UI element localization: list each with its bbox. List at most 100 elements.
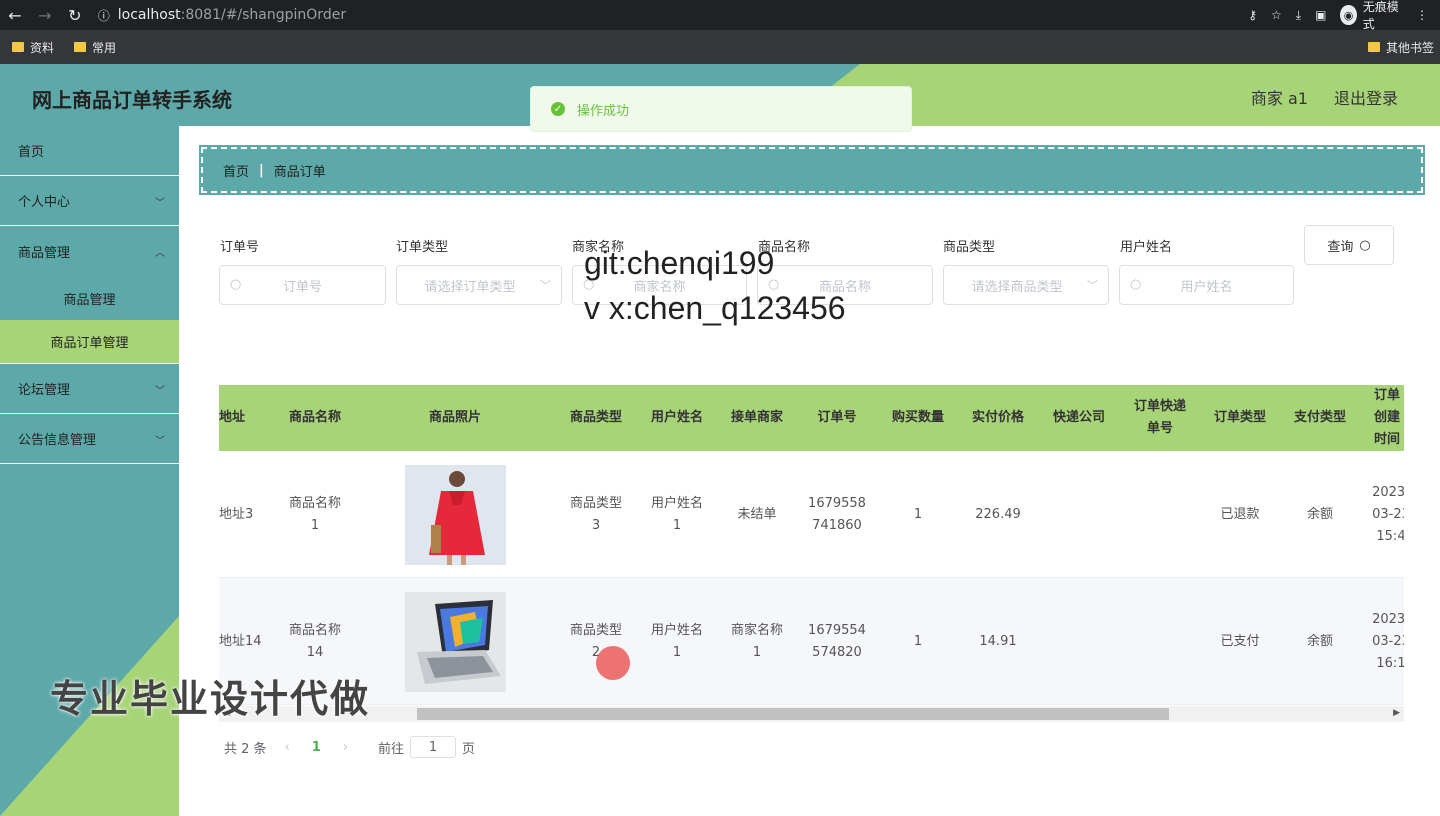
next-page-icon[interactable]: ›	[343, 740, 348, 755]
sidebar-item-label: 首页	[18, 145, 45, 160]
sidebar-subitem-product-orders[interactable]: 商品订单管理	[0, 320, 179, 364]
cell-address: 地址3	[219, 506, 254, 522]
click-indicator	[596, 646, 630, 680]
sidebar-item-label: 个人中心	[18, 195, 71, 210]
sidebar-item-personal-center[interactable]: 个人中心 ﹀	[0, 176, 179, 226]
incognito-indicator[interactable]: ◉ 无痕模式	[1340, 0, 1402, 32]
sidebar-subitem-label: 商品订单管理	[50, 336, 129, 351]
col-address: 地址	[219, 410, 246, 425]
cell-express-no	[1119, 578, 1199, 705]
search-icon: ○	[1130, 277, 1142, 292]
check-circle-icon: ✓	[551, 102, 565, 116]
cell-product-type: 商品类型2	[569, 622, 622, 660]
product-type-select[interactable]: 请选择商品类型 ﹀	[943, 265, 1109, 305]
col-order-no: 订单号	[817, 410, 857, 425]
select-placeholder: 请选择商品类型	[971, 279, 1063, 295]
search-icon: ○	[230, 277, 242, 292]
cell-order-type: 已支付	[1220, 633, 1260, 649]
product-photo-red-dress[interactable]	[405, 464, 506, 565]
chevron-down-icon: ﹀	[1087, 279, 1098, 292]
col-order-type: 订单类型	[1213, 410, 1266, 425]
order-type-select[interactable]: 请选择订单类型 ﹀	[396, 265, 562, 305]
col-qty: 购买数量	[891, 410, 944, 425]
star-icon[interactable]: ☆	[1271, 8, 1282, 22]
cell-merchant: 商家名称1	[730, 622, 783, 660]
cell-pay-type: 余额	[1306, 633, 1333, 649]
query-button[interactable]: 查询 ○	[1304, 225, 1394, 265]
bookmark-folder[interactable]: 常用	[74, 39, 116, 56]
bookmark-label: 常用	[92, 40, 117, 55]
scrollbar-thumb[interactable]	[417, 708, 1169, 720]
prev-page-icon[interactable]: ‹	[285, 740, 290, 755]
col-express-no: 订单快递单号	[1133, 399, 1186, 436]
sidebar-subitem-products[interactable]: 商品管理	[0, 276, 179, 320]
cell-product-photo	[405, 451, 506, 578]
chevron-up-icon: ︿	[155, 248, 165, 259]
select-placeholder: 请选择订单类型	[424, 279, 516, 295]
folder-icon	[1367, 42, 1380, 52]
browser-toolbar: ← → ↻ ⓘ localhost:8081/#/shangpinOrder ⚷…	[0, 0, 1440, 32]
sidebar-item-label: 论坛管理	[18, 383, 71, 398]
cell-pay-type: 余额	[1306, 506, 1333, 522]
download-icon[interactable]: ⤓	[1296, 8, 1301, 23]
folder-icon	[12, 42, 24, 52]
reload-icon[interactable]: ↻	[60, 0, 90, 30]
filter-label-order-no: 订单号	[220, 240, 260, 255]
sidebar-item-home[interactable]: 首页	[0, 126, 179, 176]
page-number[interactable]: 1	[312, 740, 321, 755]
menu-icon[interactable]: ⋮	[1416, 8, 1428, 22]
filter-label-user-name: 用户姓名	[1120, 240, 1173, 255]
user-name-input[interactable]: ○ 用户姓名	[1119, 265, 1294, 305]
bookmark-label: 资料	[30, 40, 55, 55]
pager-total: 共 2 条	[224, 741, 267, 757]
table-row[interactable]: 地址3 商品名称1 商品类型3 用户姓名1 未结单 1679558741860 …	[219, 451, 1404, 578]
address-bar[interactable]: ⓘ localhost:8081/#/shangpinOrder	[97, 2, 1249, 28]
pagination: 共 2 条 ‹ 1 › 前往 1 页	[224, 736, 475, 758]
col-price: 实付价格	[971, 410, 1024, 425]
sidepanel-icon[interactable]: ▣	[1315, 8, 1326, 22]
watermark-line-2: v x:chen_q123456	[584, 290, 846, 326]
logout-link[interactable]: 退出登录	[1334, 85, 1398, 109]
chevron-down-icon: ﹀	[540, 279, 551, 292]
key-icon[interactable]: ⚷	[1248, 8, 1257, 22]
bookmarks-bar: 资料 常用 其他书签	[0, 30, 1440, 64]
table-row[interactable]: 地址14 商品名称14 商品类型2 用户姓名1 商家名称1 1679554574…	[219, 578, 1404, 705]
folder-icon	[74, 42, 87, 52]
sidebar-item-announcements[interactable]: 公告信息管理 ﹀	[0, 414, 179, 464]
cell-product-type: 商品类型3	[569, 495, 622, 533]
table-horizontal-scrollbar[interactable]: ◀ ▶	[219, 706, 1404, 722]
goto-page-input[interactable]: 1	[410, 736, 457, 758]
sidebar-item-forum[interactable]: 论坛管理 ﹀	[0, 364, 179, 414]
toast-message: 操作成功	[577, 103, 630, 119]
user-area: 商家 a1 退出登录	[1251, 85, 1398, 109]
sidebar-item-product-management[interactable]: 商品管理 ︿	[0, 226, 179, 276]
goto-label: 前往	[378, 741, 405, 757]
sidebar-item-label: 商品管理	[18, 245, 71, 261]
cell-order-no: 1679558741860	[808, 495, 866, 533]
cell-created: 2023-03-23 15:4	[1372, 484, 1404, 544]
forward-icon[interactable]: →	[30, 0, 60, 30]
cell-express	[1039, 578, 1119, 705]
cell-merchant: 未结单	[737, 506, 777, 522]
cell-qty: 1	[913, 633, 923, 649]
order-no-input[interactable]: ○ 订单号	[219, 265, 386, 305]
input-placeholder: 用户姓名	[1180, 279, 1233, 295]
cell-express	[1039, 451, 1119, 578]
col-user-name: 用户姓名	[650, 410, 703, 425]
breadcrumb-home[interactable]: 首页	[223, 161, 249, 180]
chevron-down-icon: ﹀	[155, 436, 165, 447]
filter-label-product-type: 商品类型	[943, 240, 996, 255]
product-photo-laptop[interactable]	[405, 591, 506, 692]
sidebar-subitem-label: 商品管理	[63, 292, 116, 308]
scroll-right-icon[interactable]: ▶	[1393, 708, 1400, 718]
search-icon: ○	[1359, 237, 1371, 253]
other-bookmarks[interactable]: 其他书签	[1367, 39, 1434, 56]
back-icon[interactable]: ←	[0, 0, 30, 30]
chevron-down-icon: ﹀	[155, 198, 165, 209]
col-product-type: 商品类型	[569, 410, 622, 425]
watermark-line-1: git:chenqi199	[584, 245, 775, 281]
info-icon[interactable]: ⓘ	[98, 7, 110, 24]
bookmark-folder[interactable]: 资料	[12, 39, 54, 56]
url-host: localhost	[117, 7, 181, 23]
col-created: 订单创建时间	[1373, 388, 1400, 447]
